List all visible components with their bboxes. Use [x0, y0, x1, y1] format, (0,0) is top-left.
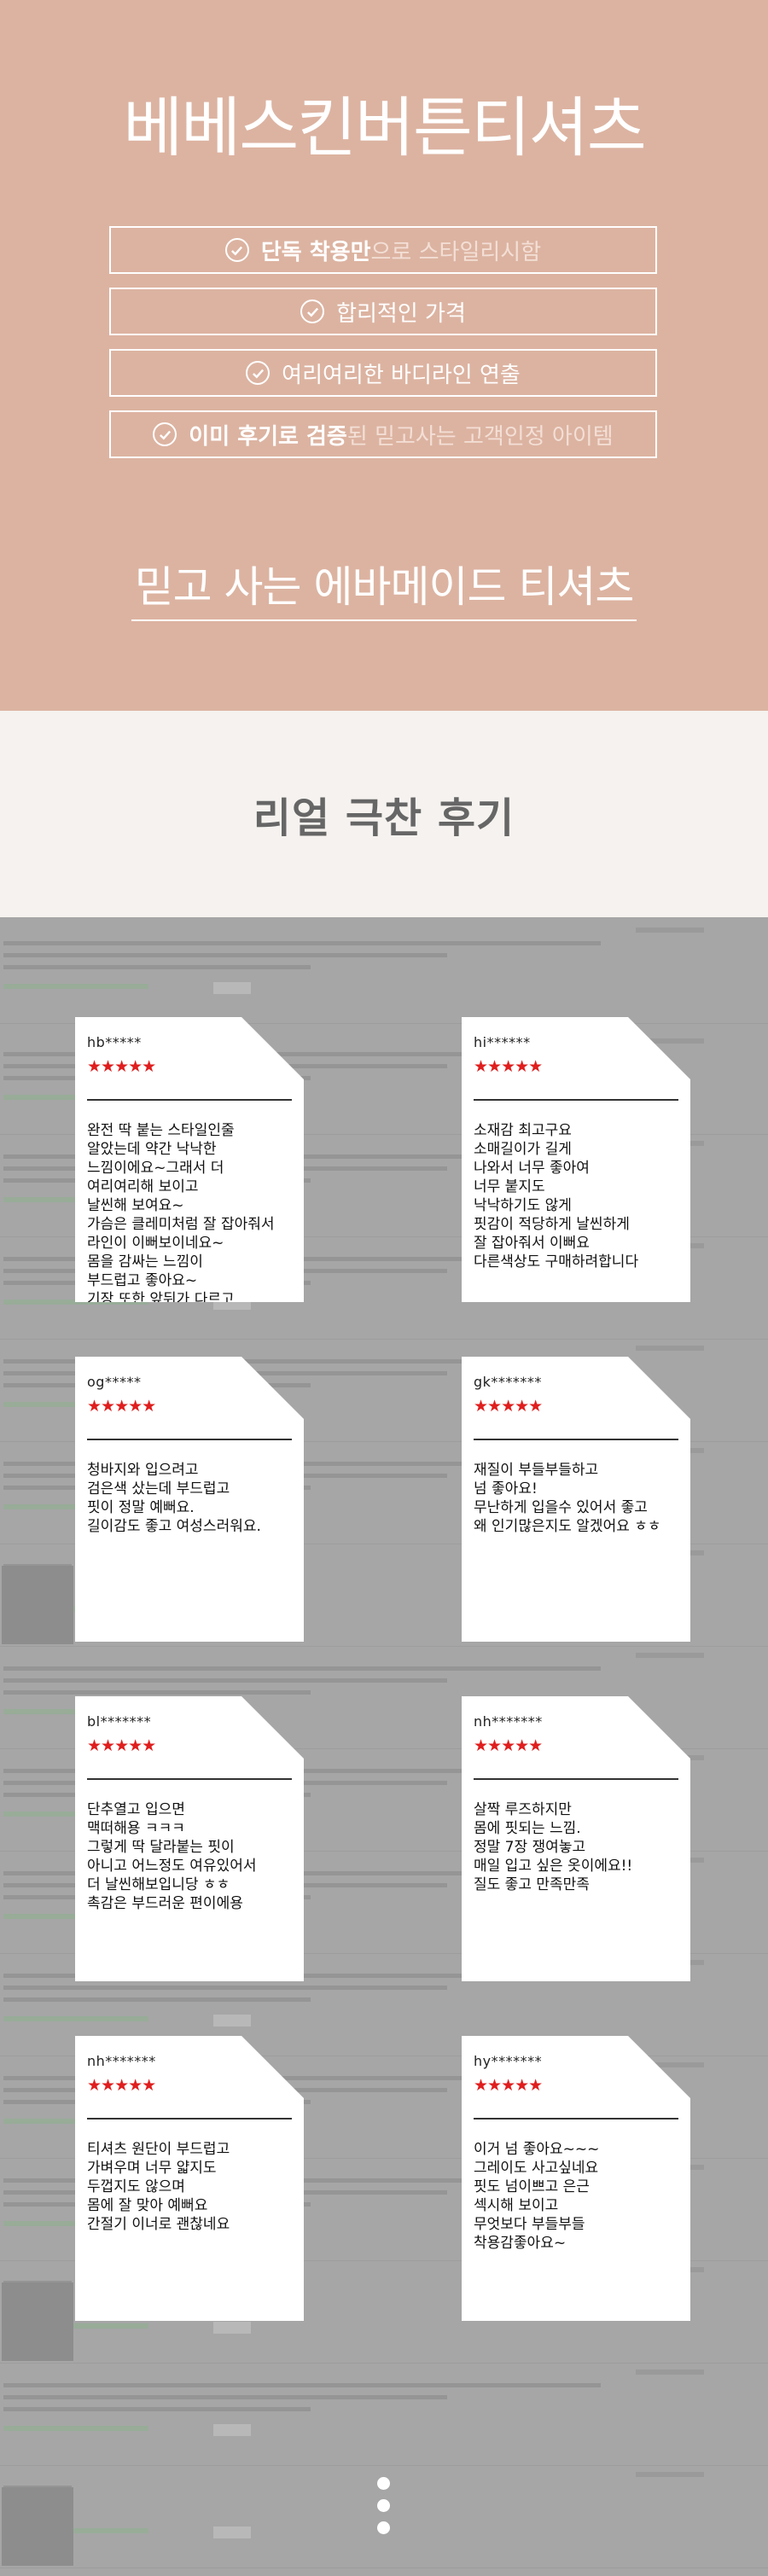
- faded-reviewer-name: [636, 2472, 704, 2477]
- hero-banner: 베베스킨버튼티셔츠 단독 착용만 으로 스타일리시함 합리적인 가격 여리여리한 …: [0, 0, 768, 711]
- faded-comment-link: [3, 2016, 148, 2021]
- faded-button: [213, 2527, 251, 2538]
- feature-item-4: 이미 후기로 검증 된 믿고사는 고객인정 아이템: [109, 410, 657, 458]
- review-card: bl******* ★★★★★ 단추열고 입으면 맥떠해용 ㅋㅋㅋ 그렇게 딱 …: [75, 1696, 304, 1981]
- row-divider: [0, 1646, 768, 1647]
- feature-light-text: 된 믿고사는 고객인정 아이템: [346, 423, 614, 450]
- row-divider: [0, 2363, 768, 2364]
- review-stars: ★★★★★: [87, 1736, 156, 1755]
- check-circle-icon: [153, 422, 177, 446]
- review-text: 재질이 부들부들하고 넘 좋아요! 무난하게 입을수 있어서 좋고 왜 인기많은…: [474, 1462, 661, 1535]
- feature-text: 여리여리한 바디라인 연출: [282, 362, 521, 388]
- faded-text-line: [3, 1997, 311, 2002]
- review-user: hi******: [474, 1034, 531, 1050]
- review-card: og***** ★★★★★ 청바지와 입으려고 검은색 샀는데 부드럽고 핏이 …: [75, 1357, 304, 1642]
- check-circle-icon: [300, 299, 325, 323]
- row-divider: [0, 2465, 768, 2466]
- faded-button: [213, 2015, 251, 2026]
- faded-text-line: [3, 1690, 311, 1695]
- card-divider: [87, 1439, 292, 1440]
- feature-item-3: 여리여리한 바디라인 연출: [109, 349, 657, 397]
- feature-item-1: 단독 착용만 으로 스타일리시함: [109, 226, 657, 274]
- card-divider: [474, 1778, 678, 1780]
- review-user: bl*******: [87, 1713, 152, 1730]
- pagination-dots: [377, 2477, 391, 2544]
- faded-review-thumbnail: [2, 1566, 73, 1644]
- hero-tagline: 믿고 사는 에바메이드 티셔츠: [0, 553, 768, 621]
- card-divider: [87, 1778, 292, 1780]
- review-stars: ★★★★★: [87, 2076, 156, 2095]
- faded-comment-link: [3, 984, 148, 989]
- faded-reviewer-name: [636, 927, 704, 933]
- faded-button: [213, 2322, 251, 2334]
- faded-text-line: [3, 2383, 601, 2387]
- faded-text-line: [3, 2395, 447, 2399]
- review-stars: ★★★★★: [87, 1057, 156, 1076]
- review-stars: ★★★★★: [474, 1397, 543, 1416]
- review-text: 살짝 루즈하지만 몸에 핏되는 느낌. 정말 7장 쟁여놓고 매일 입고 싶은 …: [474, 1801, 633, 1893]
- feature-text: 합리적인 가격: [336, 300, 466, 327]
- review-text: 단추열고 입으면 맥떠해용 ㅋㅋㅋ 그렇게 딱 달라붙는 핏이 아니고 어느정도…: [87, 1801, 257, 1912]
- review-card: gk******* ★★★★★ 재질이 부들부들하고 넘 좋아요! 무난하게 입…: [462, 1357, 690, 1642]
- review-text: 소재감 최고구요 소매길이가 길게 나와서 너무 좋아여 너무 붙지도 낙낙하기…: [474, 1122, 639, 1271]
- review-section-title: 리얼 극찬 후기: [253, 794, 515, 842]
- review-stars: ★★★★★: [474, 2076, 543, 2095]
- faded-text-line: [3, 2407, 311, 2411]
- faded-button: [213, 982, 251, 994]
- review-stars: ★★★★★: [474, 1057, 543, 1076]
- review-board: hb***** ★★★★★ 완전 딱 붙는 스타일인줄 알았는데 약간 낙낙한 …: [0, 917, 768, 2576]
- card-divider: [474, 2118, 678, 2120]
- dot-icon[interactable]: [377, 2521, 390, 2534]
- review-text: 티셔츠 원단이 부드럽고 가벼우며 너무 얇지도 두껍지도 않으며 몸에 잘 맞…: [87, 2141, 230, 2233]
- review-text: 이거 넘 좋아요~~~ 그레이도 사고싶네요 핏도 넘이쁘고 은근 섹시해 보이…: [474, 2141, 600, 2252]
- review-card: nh******* ★★★★★ 살짝 루즈하지만 몸에 핏되는 느낌. 정말 7…: [462, 1696, 690, 1981]
- faded-reviewer-name: [636, 2370, 704, 2375]
- review-user: og*****: [87, 1374, 142, 1390]
- check-circle-icon: [246, 361, 271, 385]
- row-divider: [0, 2567, 768, 2568]
- check-circle-icon: [224, 238, 249, 262]
- review-user: gk*******: [474, 1374, 542, 1390]
- dot-icon[interactable]: [377, 2499, 390, 2512]
- row-divider: [0, 1339, 768, 1340]
- review-card: nh******* ★★★★★ 티셔츠 원단이 부드럽고 가벼우며 너무 얇지도…: [75, 2036, 304, 2321]
- review-card: hy******* ★★★★★ 이거 넘 좋아요~~~ 그레이도 사고싶네요 핏…: [462, 2036, 690, 2321]
- dot-icon[interactable]: [377, 2477, 390, 2490]
- background-review-row: [0, 2364, 768, 2467]
- card-divider: [474, 1099, 678, 1101]
- faded-reviewer-name: [636, 1653, 704, 1658]
- review-card: hi****** ★★★★★ 소재감 최고구요 소매길이가 길게 나와서 너무 …: [462, 1017, 690, 1302]
- faded-button: [213, 2424, 251, 2436]
- review-user: nh*******: [87, 2053, 156, 2069]
- review-text: 청바지와 입으려고 검은색 샀는데 부드럽고 핏이 정말 예뻐요. 길이감도 좋…: [87, 1462, 261, 1535]
- review-user: nh*******: [474, 1713, 543, 1730]
- faded-comment-link: [3, 2426, 148, 2431]
- review-user: hy*******: [474, 2053, 543, 2069]
- tagline-text: 믿고 사는 에바메이드 티셔츠: [131, 553, 637, 621]
- card-divider: [474, 1439, 678, 1440]
- feature-light-text: 으로 스타일리시함: [370, 239, 542, 265]
- review-stars: ★★★★★: [87, 1397, 156, 1416]
- background-review-row: [0, 922, 768, 1025]
- card-divider: [87, 1099, 292, 1101]
- faded-reviewer-name: [636, 1346, 704, 1351]
- faded-text-line: [3, 1666, 601, 1671]
- review-section-header: 리얼 극찬 후기: [0, 711, 768, 917]
- feature-strong-text: 이미 후기로 검증: [189, 423, 347, 450]
- faded-text-line: [3, 1986, 447, 1990]
- review-stars: ★★★★★: [474, 1736, 543, 1755]
- card-divider: [87, 2118, 292, 2120]
- review-card: hb***** ★★★★★ 완전 딱 붙는 스타일인줄 알았는데 약간 낙낙한 …: [75, 1017, 304, 1302]
- review-user: hb*****: [87, 1034, 142, 1050]
- faded-text-line: [3, 965, 311, 969]
- faded-review-thumbnail: [2, 2282, 73, 2361]
- feature-item-2: 합리적인 가격: [109, 288, 657, 335]
- feature-strong-text: 단독 착용만: [260, 239, 371, 265]
- faded-text-line: [3, 953, 447, 957]
- faded-text-line: [3, 941, 601, 945]
- faded-text-line: [3, 1678, 447, 1683]
- faded-review-thumbnail: [2, 2487, 73, 2566]
- product-title: 베베스킨버튼티셔츠: [123, 90, 646, 166]
